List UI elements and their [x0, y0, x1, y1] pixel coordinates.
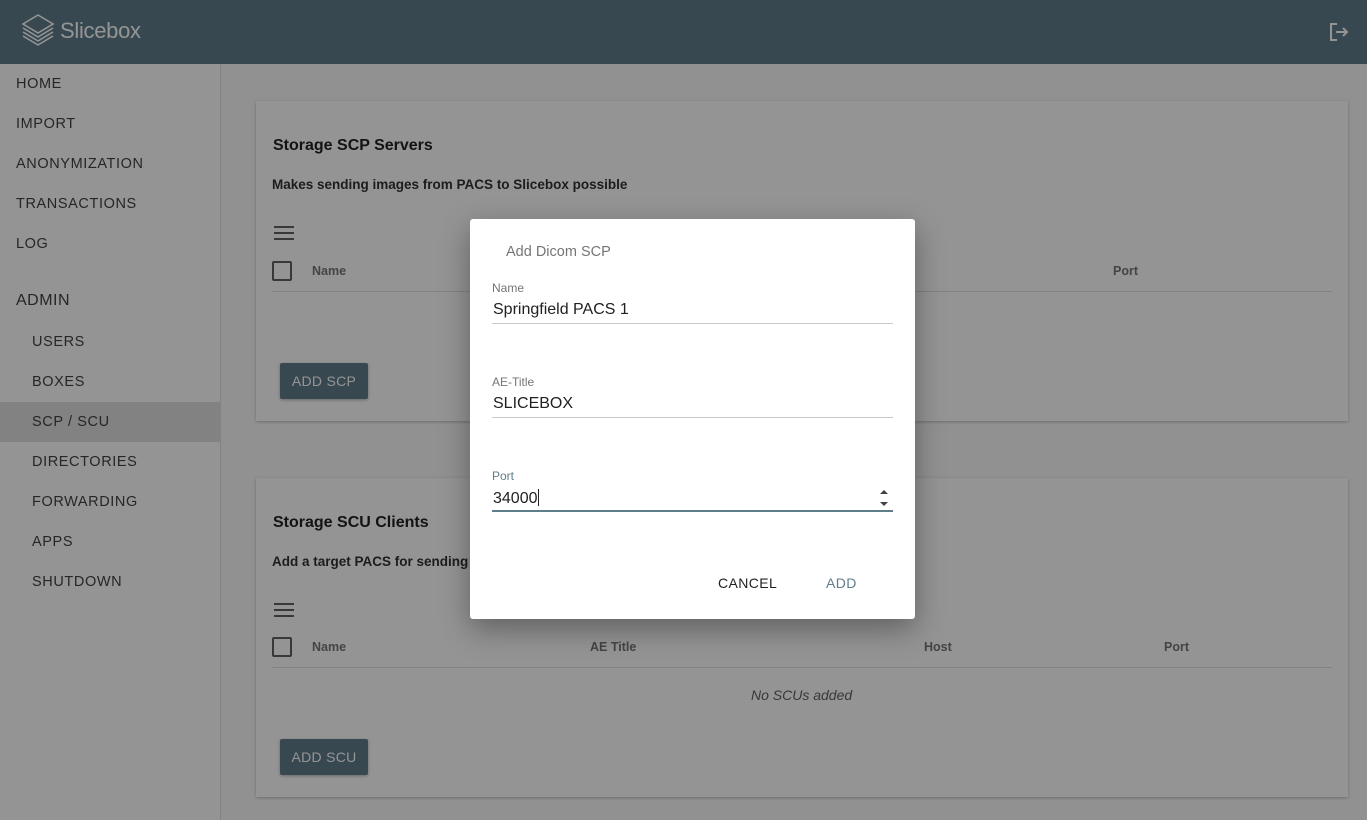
add-button[interactable]: ADD — [826, 575, 857, 591]
port-field[interactable]: 34000 — [493, 489, 539, 508]
port-field-underline — [492, 510, 893, 512]
ae-title-field-label: AE-Title — [492, 375, 535, 389]
port-field-value: 34000 — [493, 490, 538, 507]
dialog-title: Add Dicom SCP — [506, 244, 611, 260]
text-cursor — [537, 489, 539, 506]
name-field-label: Name — [492, 281, 525, 295]
name-field-underline — [492, 323, 893, 324]
port-stepper[interactable] — [878, 487, 890, 509]
ae-title-field[interactable]: SLICEBOX — [493, 395, 573, 413]
ae-title-field-underline — [492, 417, 893, 418]
add-dicom-scp-dialog: Add Dicom SCP Name Springfield PACS 1 AE… — [470, 219, 915, 619]
name-field[interactable]: Springfield PACS 1 — [493, 301, 629, 319]
port-field-label: Port — [492, 469, 515, 483]
cancel-button[interactable]: CANCEL — [718, 575, 777, 591]
